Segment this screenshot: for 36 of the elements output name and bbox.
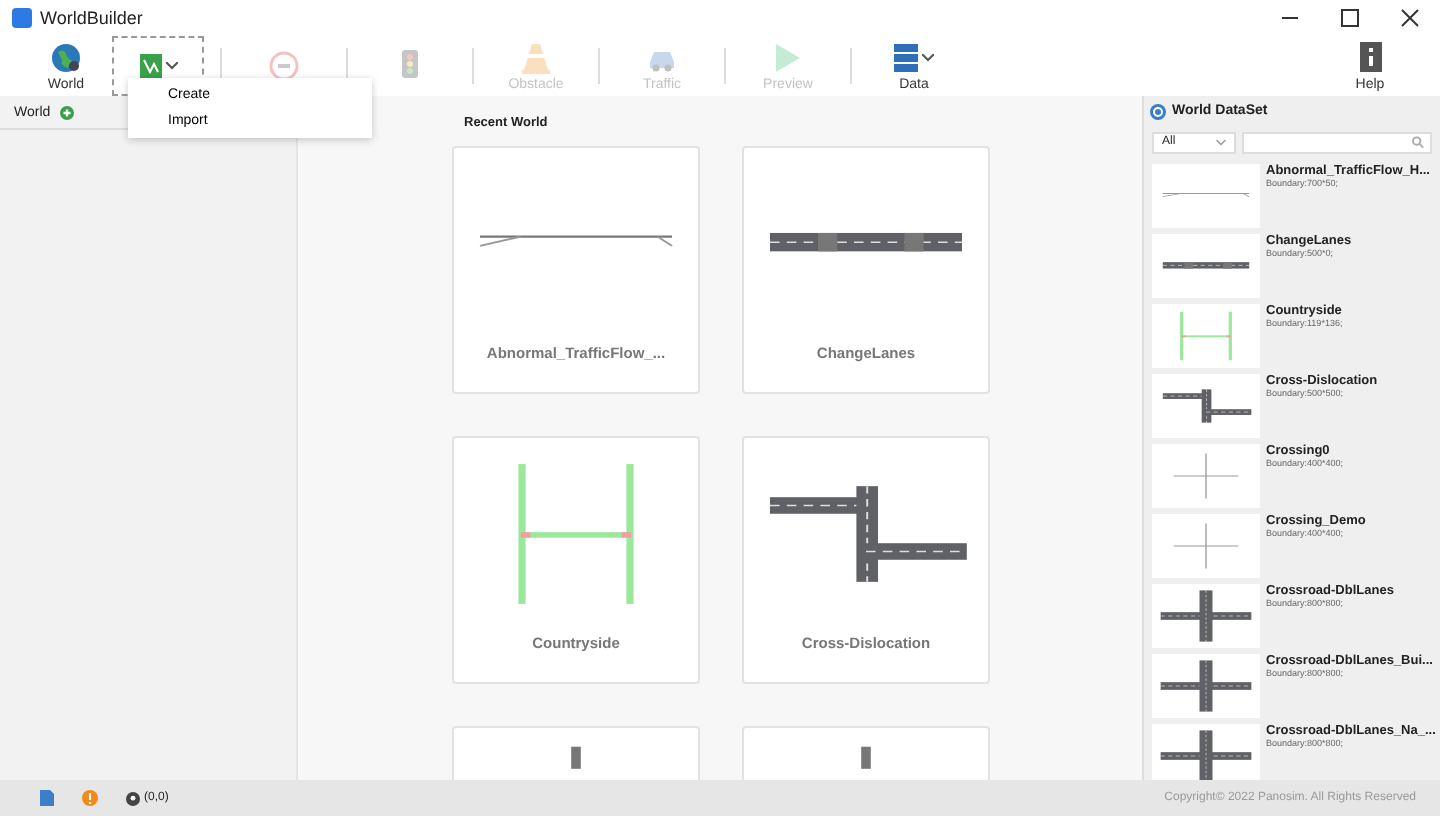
- add-icon[interactable]: [60, 105, 75, 119]
- world-thumbnail[interactable]: [1152, 443, 1260, 508]
- window-title: WorldBuilder: [40, 8, 143, 28]
- database-icon: [894, 43, 918, 71]
- search-field[interactable]: [1242, 131, 1432, 154]
- road-outline-drawing: [1162, 192, 1250, 197]
- caret-icon: [1216, 139, 1226, 146]
- location-icon: [126, 791, 140, 805]
- caret-icon: [922, 53, 934, 61]
- world-thumbnail[interactable]: [1152, 233, 1260, 298]
- crossing-lines-drawing: [1173, 452, 1239, 499]
- world-thumbnail[interactable]: [1152, 373, 1260, 438]
- road-drawing: [518, 464, 634, 604]
- app-logo-icon: [12, 8, 32, 28]
- road-drawing: [1180, 311, 1232, 360]
- crossroad-drawing: [1160, 589, 1252, 642]
- play-icon: [774, 41, 802, 73]
- road-drawing: [1162, 388, 1252, 423]
- traffic-light-icon: [398, 50, 422, 82]
- search-icon: [1412, 136, 1424, 149]
- warning-icon[interactable]: [82, 790, 98, 806]
- world-thumbnail[interactable]: [1152, 303, 1260, 368]
- caret-icon: [165, 62, 177, 70]
- world-thumbnail[interactable]: [1152, 583, 1260, 648]
- cone-icon: [520, 41, 552, 73]
- world-thumbnail[interactable]: [1152, 513, 1260, 578]
- world-thumbnail[interactable]: [1152, 653, 1260, 718]
- document-icon[interactable]: [40, 790, 54, 806]
- world-thumbnail[interactable]: [1152, 723, 1260, 780]
- road-drawing: [861, 746, 871, 769]
- road-drawing: [1162, 261, 1250, 268]
- crossing-lines-drawing: [1173, 522, 1239, 569]
- info-icon: [1359, 42, 1381, 72]
- world-thumbnail[interactable]: [1152, 163, 1260, 228]
- crossroad-drawing: [1160, 659, 1252, 712]
- road-drawing: [571, 746, 581, 769]
